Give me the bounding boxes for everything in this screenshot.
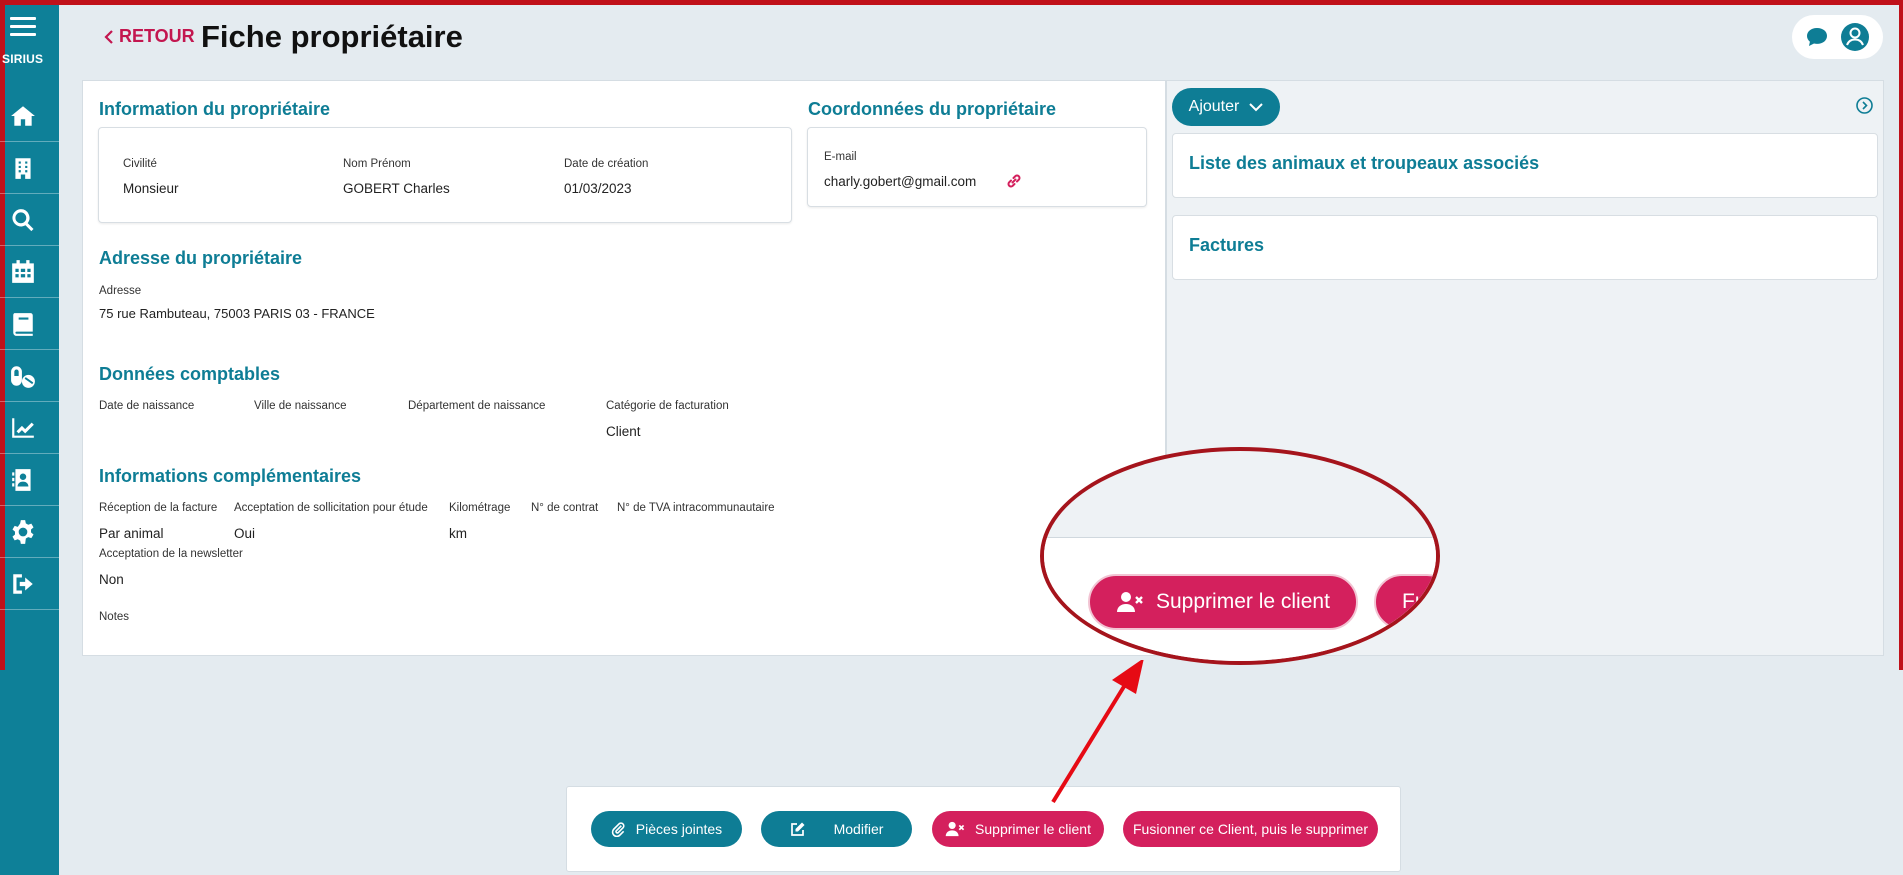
sidebar-item-settings[interactable] <box>0 506 59 558</box>
chevron-down-icon <box>1249 102 1264 111</box>
newsletter-value: Non <box>99 572 124 587</box>
merge-and-delete-button[interactable]: Fusionner ce Client, puis le supprimer <box>1123 811 1378 847</box>
extra-info-title: Informations complémentaires <box>99 466 362 486</box>
page-title: Fiche propriétaire <box>201 19 463 54</box>
mileage-label: Kilométrage <box>449 502 511 514</box>
zoom-annotation-circle: Supprimer le client Fu <box>1040 447 1440 665</box>
sidebar-item-pharmacy[interactable] <box>0 350 59 402</box>
edit-label: Modifier <box>833 821 884 837</box>
notes-label: Notes <box>99 611 130 623</box>
civility-label: Civilité <box>123 158 157 170</box>
merge-and-delete-label: Fusionner ce Client, puis le supprimer <box>1133 821 1368 837</box>
birth-date-label: Date de naissance <box>99 400 195 412</box>
billing-category-value: Client <box>606 424 641 439</box>
attachments-button[interactable]: Pièces jointes <box>591 811 742 847</box>
owner-info-box <box>98 127 792 223</box>
created-value: 01/03/2023 <box>564 181 632 196</box>
hamburger-menu-icon[interactable] <box>10 17 36 39</box>
link-icon[interactable] <box>1005 172 1023 195</box>
back-label: RETOUR <box>119 26 195 46</box>
add-label: Ajouter <box>1188 98 1240 115</box>
name-label: Nom Prénom <box>343 158 411 170</box>
frame-top-border <box>0 0 1903 5</box>
brand-logo: SIRIUS <box>2 52 44 66</box>
animals-list-title: Liste des animaux et troupeaux associés <box>1189 153 1540 173</box>
chart-line-icon <box>12 417 34 438</box>
delete-client-button[interactable]: Supprimer le client <box>932 811 1104 847</box>
accounting-title: Données comptables <box>99 364 281 384</box>
user-profile-icon[interactable] <box>1840 22 1870 52</box>
sidebar-item-calendar[interactable] <box>0 246 59 298</box>
zoom-merge-label: Fu <box>1402 590 1427 613</box>
edit-icon <box>790 822 805 836</box>
study-acceptance-value: Oui <box>234 526 256 541</box>
edit-button[interactable]: Modifier <box>761 811 912 847</box>
sidebar-item-stats[interactable] <box>0 402 59 454</box>
building-icon <box>15 157 31 179</box>
header-actions <box>1792 15 1883 59</box>
user-remove-icon <box>945 821 965 837</box>
vat-number-label: N° de TVA intracommunautaire <box>617 502 775 514</box>
sidebar-item-contacts[interactable] <box>0 454 59 506</box>
home-icon <box>11 105 35 126</box>
user-remove-icon <box>1117 592 1143 612</box>
study-acceptance-label: Acceptation de sollicitation pour étude <box>234 502 428 514</box>
billing-category-label: Catégorie de facturation <box>606 400 729 412</box>
chat-icon[interactable] <box>1805 26 1829 48</box>
sidebar-item-home[interactable] <box>0 90 59 142</box>
invoices-title: Factures <box>1189 235 1265 255</box>
attachments-label: Pièces jointes <box>635 821 723 837</box>
invoice-reception-label: Réception de la facture <box>99 502 218 514</box>
civility-value: Monsieur <box>123 181 179 196</box>
invoices-panel[interactable]: Factures <box>1172 215 1878 280</box>
sidebar-item-clinic[interactable] <box>0 142 59 194</box>
birth-dept-label: Département de naissance <box>408 400 546 412</box>
address-title: Adresse du propriétaire <box>99 248 303 268</box>
zoom-delete-label: Supprimer le client <box>1156 590 1330 613</box>
logout-icon <box>13 573 33 594</box>
add-dropdown-button[interactable]: Ajouter <box>1172 88 1280 126</box>
collapse-panel-icon[interactable] <box>1856 97 1873 119</box>
bottom-action-bar: Pièces jointes Modifier Supprimer le cli… <box>566 786 1401 872</box>
zoom-delete-client-button: Supprimer le client <box>1088 574 1358 630</box>
book-icon <box>13 312 33 336</box>
back-link[interactable]: RETOUR <box>104 26 195 47</box>
created-label: Date de création <box>564 158 649 170</box>
sidebar-item-search[interactable] <box>0 194 59 246</box>
owner-info-title: Information du propriétaire <box>99 99 331 119</box>
mileage-value: km <box>449 526 467 541</box>
annotation-arrow <box>1051 660 1144 804</box>
birth-city-label: Ville de naissance <box>254 400 347 412</box>
zoom-merge-button-partial: Fu <box>1374 574 1436 630</box>
address-value: 75 rue Rambuteau, 75003 PARIS 03 - FRANC… <box>99 306 375 321</box>
delete-client-label: Supprimer le client <box>975 821 1091 837</box>
email-value[interactable]: charly.gobert@gmail.com <box>824 174 976 189</box>
sidebar-nav <box>0 90 59 610</box>
email-label: E-mail <box>824 151 857 163</box>
contact-title: Coordonnées du propriétaire <box>808 99 1057 119</box>
frame-right-border <box>1899 0 1903 670</box>
sidebar-item-logout[interactable] <box>0 558 59 610</box>
contact-box <box>807 127 1147 207</box>
pills-icon <box>11 365 35 388</box>
calendar-icon <box>12 259 34 283</box>
newsletter-label: Acceptation de la newsletter <box>99 548 243 560</box>
contact-card-icon <box>12 468 31 491</box>
contract-number-label: N° de contrat <box>531 502 599 514</box>
name-value: GOBERT Charles <box>343 181 450 196</box>
search-icon <box>12 208 34 231</box>
paperclip-icon <box>611 821 625 837</box>
sidebar: SIRIUS <box>0 0 59 875</box>
sidebar-item-book[interactable] <box>0 298 59 350</box>
gear-icon <box>12 519 34 544</box>
animals-list-panel[interactable]: Liste des animaux et troupeaux associés <box>1172 133 1878 198</box>
address-label: Adresse <box>99 285 142 297</box>
invoice-reception-value: Par animal <box>99 526 164 541</box>
chevron-left-icon <box>104 29 113 44</box>
